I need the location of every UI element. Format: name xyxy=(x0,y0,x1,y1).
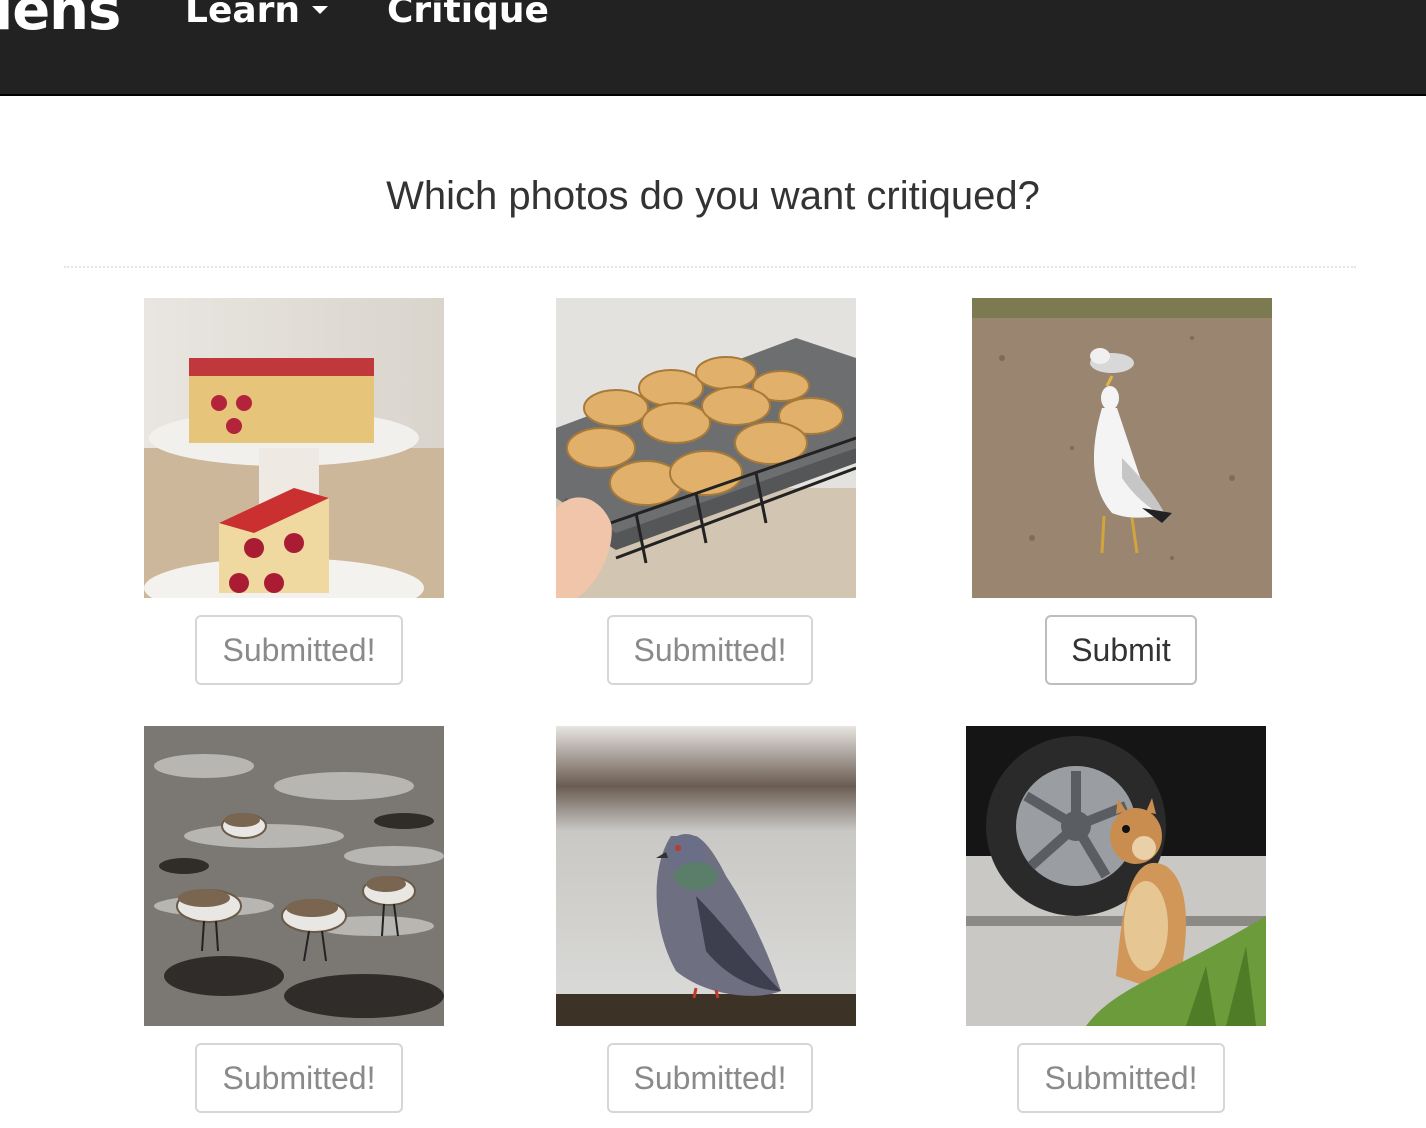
photo-4-submitted-button[interactable]: Submitted! xyxy=(195,1043,403,1113)
caret-down-icon xyxy=(312,6,329,14)
section-divider xyxy=(64,266,1356,268)
photo-seagull xyxy=(972,298,1272,598)
photo-muffins xyxy=(556,298,856,598)
muffins-image xyxy=(556,298,856,598)
page-title: Which photos do you want critiqued? xyxy=(386,174,1040,218)
photo-1-submitted-button[interactable]: Submitted! xyxy=(195,615,403,685)
photo-6-submitted-button[interactable]: Submitted! xyxy=(1017,1043,1225,1113)
photo-sandpipers xyxy=(144,726,444,1026)
nav-critique-link[interactable]: Critique xyxy=(387,0,549,31)
squirrel-image xyxy=(966,726,1266,1026)
photo-cake xyxy=(144,298,444,598)
photo-pigeon xyxy=(556,726,856,1026)
nav-learn-label: Learn xyxy=(185,0,301,31)
photo-5-submitted-button[interactable]: Submitted! xyxy=(607,1043,813,1113)
brand-logo[interactable]: lens xyxy=(0,0,121,43)
photo-squirrel xyxy=(966,726,1266,1026)
pigeon-image xyxy=(556,726,856,1026)
sandpipers-image xyxy=(144,726,444,1026)
cake-image xyxy=(144,298,444,598)
nav-learn-dropdown[interactable]: Learn xyxy=(185,0,329,31)
photo-2-submitted-button[interactable]: Submitted! xyxy=(607,615,813,685)
photo-3-submit-button[interactable]: Submit xyxy=(1045,615,1197,685)
top-navbar: lens Learn Critique xyxy=(0,0,1426,96)
seagull-image xyxy=(972,298,1272,598)
